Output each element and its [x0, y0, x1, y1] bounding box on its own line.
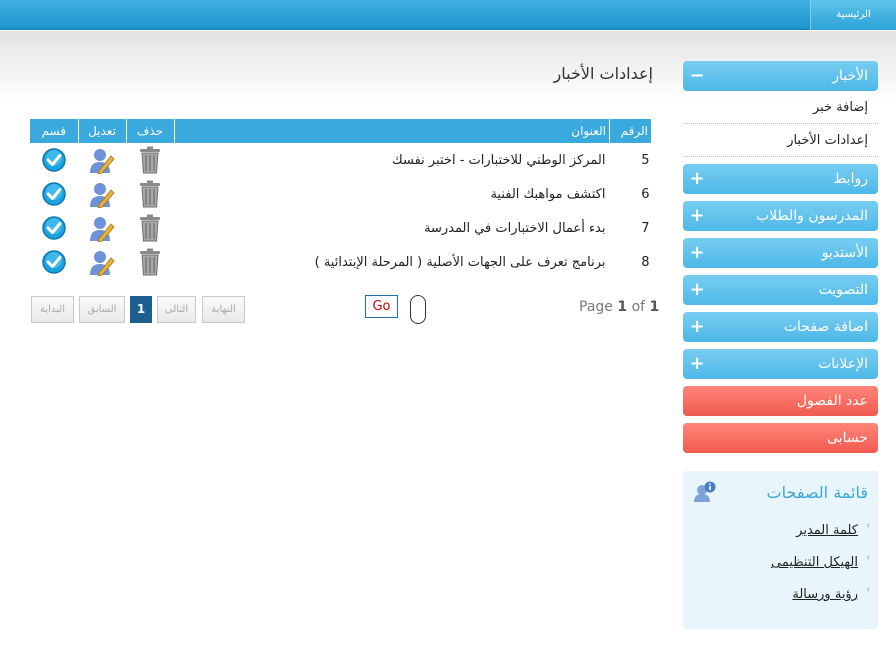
row-title[interactable]: اكتشف مواهبك الفنية	[174, 177, 610, 211]
user-edit-icon[interactable]	[89, 180, 115, 208]
sidebar-item-studio[interactable]: + الأستديو	[683, 238, 878, 268]
check-circle-icon[interactable]	[41, 214, 67, 242]
row-number: 5	[641, 152, 650, 168]
sidebar-item-voting[interactable]: + التصويت	[683, 275, 878, 305]
expand-icon: +	[689, 316, 705, 337]
user-edit-icon[interactable]	[89, 146, 115, 174]
row-title[interactable]: برنامج تعرف على الجهات الأصلية ( المرحلة…	[174, 245, 610, 279]
table-row: بدء أعمال الاختبارات في المدرسة 7	[30, 211, 652, 245]
expand-icon: +	[689, 168, 705, 189]
row-title[interactable]: المركز الوطني للاختبارات - اختبر نفسك	[174, 143, 610, 177]
expand-icon: +	[689, 205, 705, 226]
pages-list-box: قائمة الصفحات ‹ كلمة المدير ‹ الهيكل الت…	[683, 471, 878, 629]
submenu-add-news[interactable]: إضافة خبر	[683, 91, 878, 124]
of-word: of	[631, 299, 646, 315]
submenu-news-settings[interactable]: إعدادات الأخبار	[683, 124, 878, 157]
sidebar-item-label: الأستديو	[821, 245, 868, 261]
user-info-icon	[694, 481, 716, 502]
page-link-org-structure[interactable]: ‹ الهيكل التنظيمى	[770, 553, 870, 570]
news-table: قسم تعديل حذف العنوان الرقم المركز الوطن…	[30, 119, 652, 279]
sidebar-item-add-pages[interactable]: + اضافة صفحات	[683, 312, 878, 342]
page-link-label: كلمة المدير	[796, 523, 858, 538]
sidebar-item-label: المدرسون والطلاب	[756, 208, 868, 224]
trash-icon[interactable]	[137, 248, 163, 276]
page-link-label: رؤية ورسالة	[792, 587, 858, 602]
sidebar-item-label: الأخبار	[832, 68, 868, 84]
news-submenu: إضافة خبر إعدادات الأخبار	[683, 91, 878, 157]
row-number: 7	[641, 220, 650, 236]
pager-end-button[interactable]: النهاية	[202, 296, 245, 323]
header-title: العنوان	[174, 119, 610, 143]
sidebar-item-label: حسابى	[827, 430, 868, 446]
check-circle-icon[interactable]	[41, 146, 67, 174]
page-link-vision-mission[interactable]: ‹ رؤية ورسالة	[792, 585, 870, 602]
sidebar-item-teachers-students[interactable]: + المدرسون والطلاب	[683, 201, 878, 231]
sidebar-item-label: عدد الفصول	[796, 393, 868, 409]
sidebar-item-class-count[interactable]: عدد الفصول	[683, 386, 878, 416]
table-row: برنامج تعرف على الجهات الأصلية ( المرحلة…	[30, 245, 652, 279]
expand-icon: +	[689, 279, 705, 300]
sidebar-item-ads[interactable]: + الإعلانات	[683, 349, 878, 379]
trash-icon[interactable]	[137, 214, 163, 242]
bullet-icon: ‹	[866, 585, 870, 595]
table-row: المركز الوطني للاختبارات - اختبر نفسك 5	[30, 143, 652, 177]
page-title: إعدادات الأخبار	[553, 64, 653, 83]
page-link-label: الهيكل التنظيمى	[770, 555, 858, 570]
check-circle-icon[interactable]	[41, 180, 67, 208]
table-row: اكتشف مواهبك الفنية 6	[30, 177, 652, 211]
sidebar-item-my-account[interactable]: حسابى	[683, 423, 878, 453]
header-number: الرقم	[609, 119, 652, 143]
current-page: 1	[617, 299, 628, 315]
collapse-icon: −	[689, 65, 705, 86]
nav-home-link[interactable]: الرئيسية	[810, 0, 896, 30]
sidebar-item-label: روابط	[833, 171, 868, 187]
trash-icon[interactable]	[137, 146, 163, 174]
sidebar-item-label: الإعلانات	[818, 356, 868, 372]
pager-next-button[interactable]: التالى	[157, 296, 196, 323]
check-circle-icon[interactable]	[41, 248, 67, 276]
sidebar-item-links[interactable]: + روابط	[683, 164, 878, 194]
pager-start-button[interactable]: البداية	[31, 296, 74, 323]
row-number: 6	[641, 186, 650, 202]
header-delete: حذف	[126, 119, 175, 143]
go-button[interactable]: Go	[365, 295, 398, 318]
page-indicator: Page 1 of 1	[579, 299, 659, 315]
row-number: 8	[641, 254, 650, 270]
user-edit-icon[interactable]	[89, 214, 115, 242]
sidebar-item-label: التصويت	[818, 282, 868, 298]
expand-icon: +	[689, 353, 705, 374]
expand-icon: +	[689, 242, 705, 263]
pager-prev-button[interactable]: السابق	[79, 296, 125, 323]
sidebar-item-label: اضافة صفحات	[783, 319, 868, 335]
pager-page-1[interactable]: 1	[130, 296, 152, 323]
page-link-director-word[interactable]: ‹ كلمة المدير	[796, 521, 870, 538]
row-title[interactable]: بدء أعمال الاختبارات في المدرسة	[174, 211, 610, 245]
user-edit-icon[interactable]	[89, 248, 115, 276]
header-section: قسم	[30, 119, 79, 143]
bullet-icon: ‹	[866, 553, 870, 563]
page-number-input[interactable]	[410, 295, 426, 324]
top-navbar: الرئيسية	[0, 0, 896, 30]
table-header-row: قسم تعديل حذف العنوان الرقم	[30, 119, 652, 143]
sidebar: − الأخبار إضافة خبر إعدادات الأخبار + رو…	[683, 61, 878, 460]
pages-box-title: قائمة الصفحات	[766, 483, 868, 502]
bullet-icon: ‹	[866, 521, 870, 531]
page-word: Page	[579, 299, 613, 315]
trash-icon[interactable]	[137, 180, 163, 208]
total-pages: 1	[649, 299, 660, 315]
sidebar-item-news[interactable]: − الأخبار	[683, 61, 878, 91]
header-edit: تعديل	[78, 119, 127, 143]
